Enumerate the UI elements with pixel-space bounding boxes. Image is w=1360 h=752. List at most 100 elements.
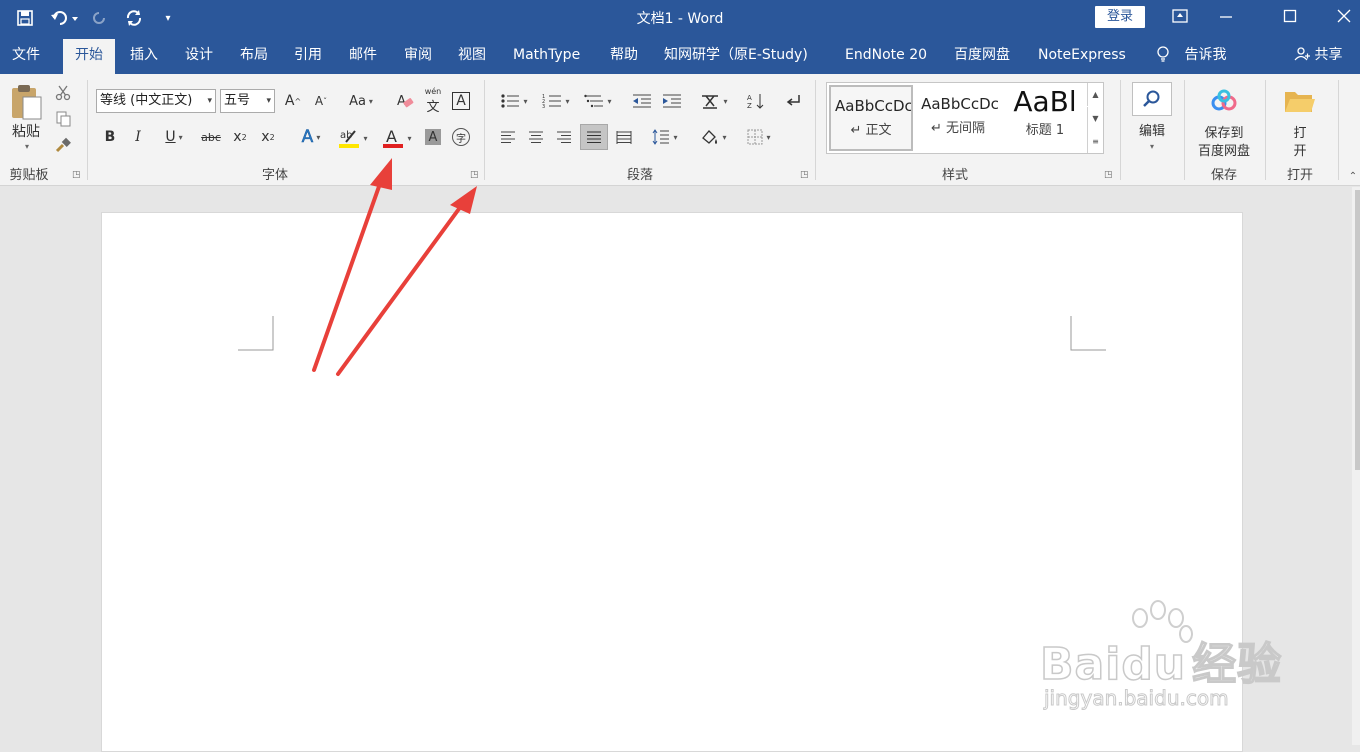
shrink-font-icon[interactable]: Aˇ [310,90,332,112]
distributed-icon[interactable] [612,126,636,148]
clipboard-group-label: 剪贴板 [9,168,49,183]
tab-help[interactable]: 帮助 [610,36,638,74]
font-size-combo[interactable]: 五号 ▾ [220,89,275,113]
tab-home[interactable]: 开始 [63,39,115,74]
style-preview: AaBl [1013,85,1077,118]
font-name-combo[interactable]: 等线 (中文正文) ▾ [96,89,216,113]
paste-button[interactable] [8,82,44,122]
cut-icon[interactable] [52,82,74,104]
bullets-icon[interactable]: ▾ [496,90,532,112]
tab-cnki-estudy[interactable]: 知网研学（原E-Study) [664,36,808,74]
style-name: 标题 1 [1025,123,1065,138]
gallery-up-icon[interactable]: ▲ [1087,83,1103,106]
highlight-color-button[interactable]: ab ▾ [334,126,372,150]
svg-text:A: A [386,127,397,146]
minimize-icon[interactable] [1204,0,1248,32]
tab-noteexpress[interactable]: NoteExpress [1038,36,1126,74]
font-color-button[interactable]: A ▾ [378,126,416,150]
chevron-down-icon: ▾ [266,96,271,106]
align-center-icon[interactable] [524,126,548,148]
tab-endnote[interactable]: EndNote 20 [845,36,927,74]
bold-button[interactable]: B [100,126,120,148]
style-heading-1[interactable]: AaBl 标题 1 [1003,85,1087,151]
format-painter-icon[interactable] [52,134,74,156]
style-normal[interactable]: AaBbCcDc ↵ 正文 [829,85,913,151]
tab-file[interactable]: 文件 [12,36,40,74]
font-dialog-launcher-icon[interactable]: ◳ [470,170,479,180]
highlighter-icon: ab [339,130,360,148]
character-shading-button[interactable]: A [422,126,444,148]
tab-view[interactable]: 视图 [458,36,486,74]
save-to-baidu-label-2[interactable]: 百度网盘 [1190,140,1258,159]
clipboard-launcher-icon[interactable]: ◳ [72,170,81,180]
tab-layout[interactable]: 布局 [240,36,268,74]
tab-mathtype[interactable]: MathType [513,36,580,74]
text-effects-button[interactable]: A ▾ [294,126,328,148]
phonetic-guide-icon[interactable]: wén 文 [422,87,444,115]
group-divider [815,80,816,180]
tab-mailings[interactable]: 邮件 [349,36,377,74]
align-right-icon[interactable] [552,126,576,148]
open-label-1[interactable]: 打 [1286,122,1314,141]
grow-font-icon[interactable]: A ^ [282,90,304,112]
chevron-down-icon: ▾ [207,96,212,106]
paste-dropdown-icon[interactable]: ▾ [20,140,34,152]
justify-icon[interactable] [580,124,608,150]
tab-design[interactable]: 设计 [185,36,213,74]
numbering-icon[interactable]: 1 2 3 ▾ [538,90,574,112]
tell-me-search[interactable]: 告诉我 [1156,36,1226,74]
chinese-layout-icon[interactable]: ▾ [696,90,732,112]
enclose-characters-button[interactable]: 字 [450,126,472,148]
gallery-down-icon[interactable]: ▼ [1087,107,1103,130]
borders-icon[interactable]: ▾ [740,126,778,148]
editing-label[interactable]: 编辑 [1128,120,1176,139]
style-no-spacing[interactable]: AaBbCcDc ↵ 无间隔 [915,85,1001,151]
share-button[interactable]: 共享 [1294,36,1342,74]
multilevel-list-icon[interactable]: ▾ [580,90,616,112]
decrease-indent-icon[interactable] [630,90,654,112]
line-spacing-icon[interactable]: ▾ [648,126,682,148]
italic-button[interactable]: I [128,126,148,148]
superscript-button[interactable]: x2 [258,126,278,148]
svg-text:3: 3 [542,104,545,109]
lightbulb-icon [1157,46,1169,62]
tab-insert[interactable]: 插入 [130,36,158,74]
tab-baidu-netdisk[interactable]: 百度网盘 [954,36,1010,74]
editing-search-icon[interactable] [1132,82,1172,116]
save-to-baidu-label-1[interactable]: 保存到 [1190,122,1258,141]
gallery-more-icon[interactable]: ≡ [1087,130,1103,153]
underline-button[interactable]: U ▾ [156,126,192,148]
watermark-brand-2: du [1121,638,1187,691]
sort-icon[interactable]: AZ [744,90,768,112]
svg-text:Z: Z [747,102,752,110]
collapse-ribbon-icon[interactable]: ⌃ [1346,170,1360,182]
ribbon-display-icon[interactable] [1158,0,1202,32]
open-label-2[interactable]: 开 [1286,140,1314,159]
watermark-brand-cn: 经验 [1191,638,1283,691]
clear-formatting-icon[interactable]: A [394,90,416,112]
style-preview: AaBbCcDc [921,95,999,113]
style-name: ↵ 无间隔 [930,121,986,136]
tab-references[interactable]: 引用 [294,36,322,74]
login-button[interactable]: 登录 [1095,6,1145,28]
character-border-icon[interactable]: A [450,90,472,112]
baidu-netdisk-icon[interactable] [1208,86,1240,116]
show-marks-icon[interactable] [780,90,804,112]
change-case-icon[interactable]: Aa ▾ [344,90,378,112]
shading-icon[interactable]: ▾ [694,126,732,148]
group-divider [1338,80,1339,180]
paragraph-launcher-icon[interactable]: ◳ [800,170,809,180]
scrollbar-thumb[interactable] [1355,190,1360,470]
copy-icon[interactable] [52,108,74,130]
editing-dropdown-icon[interactable]: ▾ [1146,140,1158,152]
folder-icon[interactable] [1282,86,1318,116]
share-label: 共享 [1314,47,1343,63]
subscript-button[interactable]: x2 [230,126,250,148]
close-icon[interactable] [1322,0,1360,32]
tab-review[interactable]: 审阅 [404,36,432,74]
maximize-icon[interactable] [1268,0,1312,32]
styles-launcher-icon[interactable]: ◳ [1104,170,1113,180]
strikethrough-button[interactable]: abc [198,126,224,148]
increase-indent-icon[interactable] [660,90,684,112]
align-left-icon[interactable] [496,126,520,148]
